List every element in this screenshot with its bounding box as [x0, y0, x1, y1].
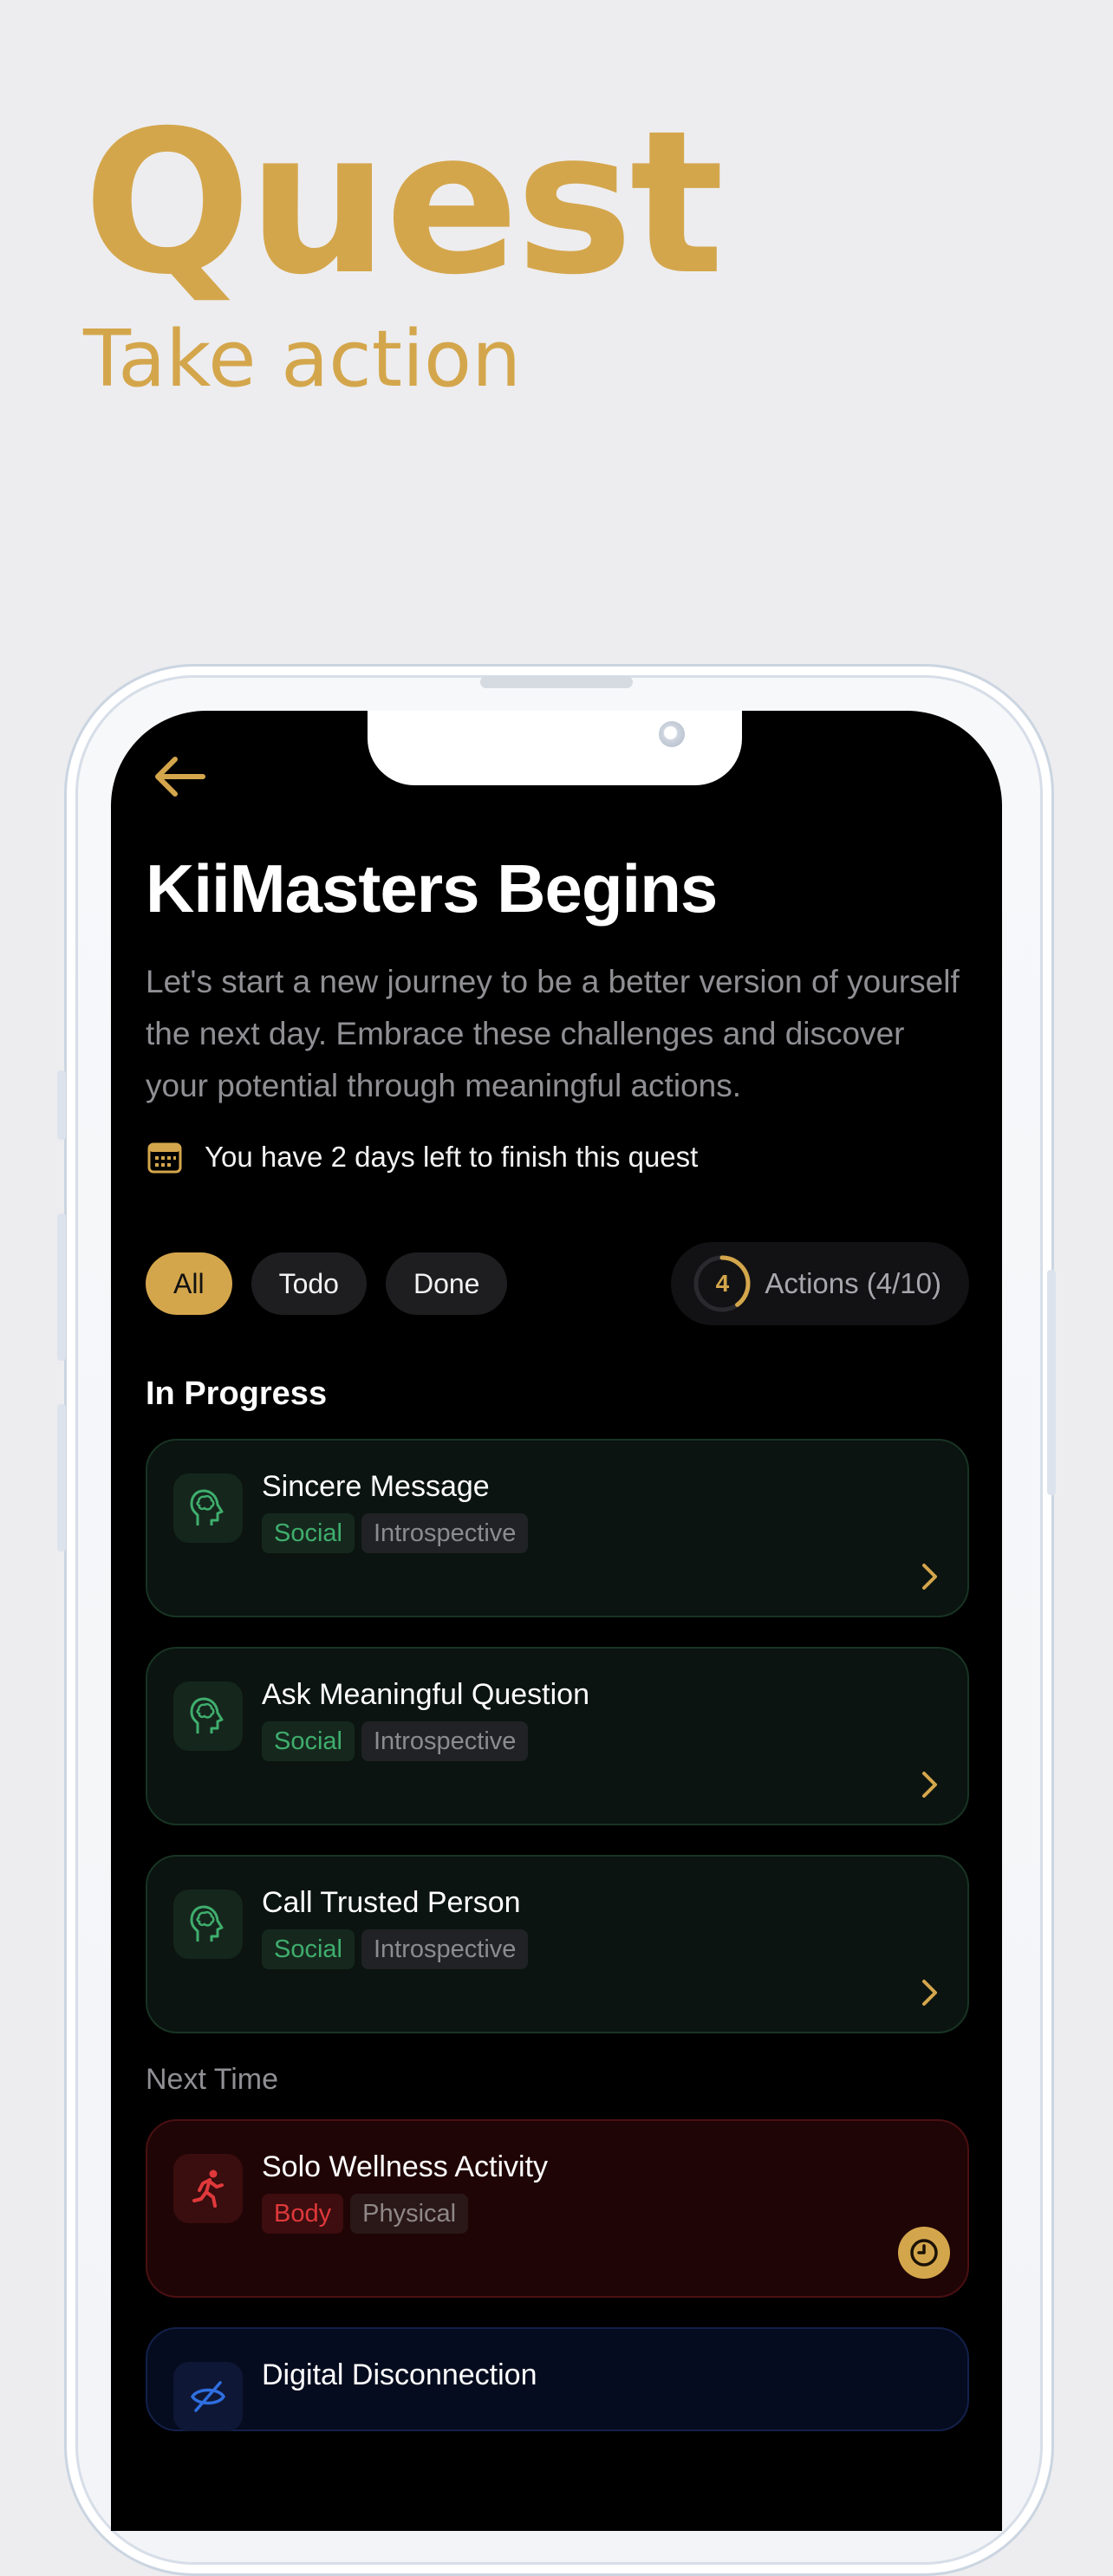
- phone-side-button: [57, 1213, 66, 1361]
- hero-title: Quest: [83, 88, 724, 318]
- action-card-ask-meaningful-question[interactable]: Ask Meaningful Question Social Introspec…: [146, 1647, 969, 1825]
- running-person-icon: [173, 2154, 243, 2223]
- tag-social: Social: [262, 1513, 355, 1553]
- quest-description: Let's start a new journey to be a better…: [146, 964, 960, 1103]
- deadline-row: You have 2 days left to finish this ques…: [146, 1138, 969, 1176]
- tag-physical: Physical: [350, 2194, 469, 2234]
- progress-count: 4: [715, 1270, 730, 1297]
- chevron-right-icon: [922, 1980, 937, 2006]
- progress-label: Actions (4/10): [765, 1267, 941, 1299]
- section-next-time: Next Time: [146, 2063, 279, 2096]
- action-tags: Social Introspective: [262, 1721, 535, 1761]
- deadline-text: You have 2 days left to finish this ques…: [205, 1141, 699, 1173]
- filter-bar: All Todo Done 4 Actions (4/10): [146, 1242, 969, 1325]
- quest-title: KiiMasters Begins: [146, 850, 718, 927]
- phone-speaker: [480, 676, 633, 688]
- back-button[interactable]: [149, 745, 212, 808]
- actions-progress: 4 Actions (4/10): [671, 1242, 969, 1325]
- app-screen: KiiMasters Begins Let's start a new jour…: [111, 711, 1002, 2531]
- action-card-call-trusted-person[interactable]: Call Trusted Person Social Introspective: [146, 1855, 969, 2033]
- eye-off-icon: [173, 2362, 243, 2431]
- chevron-right-icon: [922, 1564, 937, 1590]
- hero-subtitle: Take action: [83, 314, 522, 405]
- filter-all[interactable]: All: [146, 1252, 232, 1315]
- head-brain-icon: [173, 1682, 243, 1751]
- action-card-digital-disconnection[interactable]: Digital Disconnection: [146, 2327, 969, 2431]
- tag-social: Social: [262, 1929, 355, 1969]
- tag-social: Social: [262, 1721, 355, 1761]
- camera: [659, 721, 685, 747]
- filter-todo[interactable]: Todo: [251, 1252, 367, 1315]
- chevron-right-icon: [922, 1772, 937, 1798]
- notch: [368, 711, 742, 785]
- phone-side-button: [57, 1404, 66, 1551]
- head-brain-icon: [173, 1890, 243, 1959]
- progress-ring: 4: [692, 1253, 752, 1314]
- action-name: Ask Meaningful Question: [262, 1678, 589, 1711]
- section-in-progress: In Progress: [146, 1376, 328, 1412]
- filter-done[interactable]: Done: [385, 1252, 508, 1315]
- clock-icon: [898, 2227, 950, 2279]
- head-brain-icon: [173, 1473, 243, 1543]
- calendar-icon: [147, 1142, 182, 1174]
- action-name: Call Trusted Person: [262, 1886, 521, 1919]
- action-card-sincere-message[interactable]: Sincere Message Social Introspective: [146, 1439, 969, 1617]
- action-name: Solo Wellness Activity: [262, 2150, 549, 2183]
- quest-content: KiiMasters Begins Let's start a new jour…: [146, 849, 969, 2461]
- hero: Quest Take action: [83, 88, 724, 405]
- tag-body: Body: [262, 2194, 344, 2234]
- arrow-left-icon: [155, 757, 205, 797]
- action-name: Digital Disconnection: [262, 2358, 537, 2391]
- action-card-solo-wellness-activity[interactable]: Solo Wellness Activity Body Physical: [146, 2119, 969, 2298]
- tag-introspective: Introspective: [361, 1929, 529, 1969]
- action-tags: Social Introspective: [262, 1513, 535, 1553]
- action-tags: Body Physical: [262, 2194, 475, 2234]
- action-tags: Social Introspective: [262, 1929, 535, 1969]
- phone-side-button: [1047, 1270, 1056, 1495]
- action-name: Sincere Message: [262, 1470, 490, 1503]
- tag-introspective: Introspective: [361, 1721, 529, 1761]
- phone-side-button: [57, 1070, 66, 1140]
- tag-introspective: Introspective: [361, 1513, 529, 1553]
